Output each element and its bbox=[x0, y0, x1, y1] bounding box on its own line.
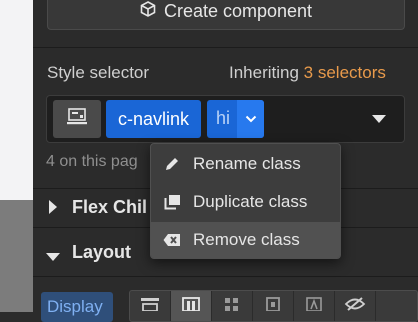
inheriting-selectors-link[interactable]: 3 selectors bbox=[304, 63, 386, 82]
divider bbox=[33, 276, 418, 277]
pencil-icon bbox=[151, 156, 193, 172]
canvas-background bbox=[0, 200, 33, 312]
display-options bbox=[129, 290, 418, 322]
class-tag-label: c-navlink bbox=[117, 108, 190, 129]
menu-item-label: Rename class bbox=[193, 154, 301, 173]
component-icon bbox=[140, 1, 156, 22]
canvas-area bbox=[0, 0, 33, 200]
menu-item-remove-class[interactable]: Remove class bbox=[151, 222, 340, 258]
display-label[interactable]: Display bbox=[41, 292, 113, 322]
menu-item-duplicate-class[interactable]: Duplicate class bbox=[151, 184, 340, 220]
class-tag-c-navlink[interactable]: c-navlink bbox=[106, 100, 201, 138]
duplicate-icon bbox=[151, 194, 193, 210]
display-flex-option[interactable] bbox=[171, 291, 212, 321]
menu-item-label: Duplicate class bbox=[193, 192, 308, 211]
caret-right-icon bbox=[49, 200, 57, 219]
menu-item-label: Remove class bbox=[193, 230, 300, 249]
chevron-down-icon[interactable] bbox=[237, 100, 264, 138]
display-none-option[interactable] bbox=[335, 291, 376, 321]
menu-item-rename-class[interactable]: Rename class bbox=[151, 146, 340, 182]
selector-dropdown-caret-icon[interactable] bbox=[364, 107, 394, 131]
section-title: Layout bbox=[72, 242, 132, 262]
create-component-button[interactable]: Create component bbox=[47, 0, 405, 30]
display-grid-icon bbox=[225, 298, 238, 311]
display-inline-block-icon bbox=[266, 297, 280, 311]
inheriting-info: Inheriting 3 selectors bbox=[229, 63, 386, 83]
display-inline-block-option[interactable] bbox=[253, 291, 294, 321]
backspace-icon bbox=[151, 233, 193, 247]
display-inline-icon bbox=[306, 297, 322, 311]
display-flex-icon bbox=[182, 297, 200, 311]
eye-slash-icon bbox=[344, 297, 366, 311]
class-context-menu: Rename class Duplicate class Remove clas… bbox=[150, 143, 341, 259]
display-block-option[interactable] bbox=[130, 291, 171, 321]
display-grid-option[interactable] bbox=[212, 291, 253, 321]
on-page-count: 4 on this pag bbox=[46, 153, 138, 170]
divider bbox=[33, 47, 418, 48]
section-title: Flex Chil bbox=[72, 197, 148, 217]
class-tag-label: hi bbox=[216, 108, 231, 128]
display-block-icon bbox=[141, 298, 159, 311]
element-state-icon bbox=[67, 107, 87, 131]
create-component-label: Create component bbox=[163, 1, 313, 21]
display-inline-option[interactable] bbox=[294, 291, 335, 321]
caret-down-icon[interactable] bbox=[46, 248, 60, 266]
inheriting-prefix: Inheriting bbox=[229, 63, 299, 82]
style-selector-label: Style selector bbox=[47, 63, 150, 82]
class-tag-hi[interactable]: hi bbox=[207, 100, 264, 138]
state-selector-button[interactable] bbox=[53, 100, 101, 138]
